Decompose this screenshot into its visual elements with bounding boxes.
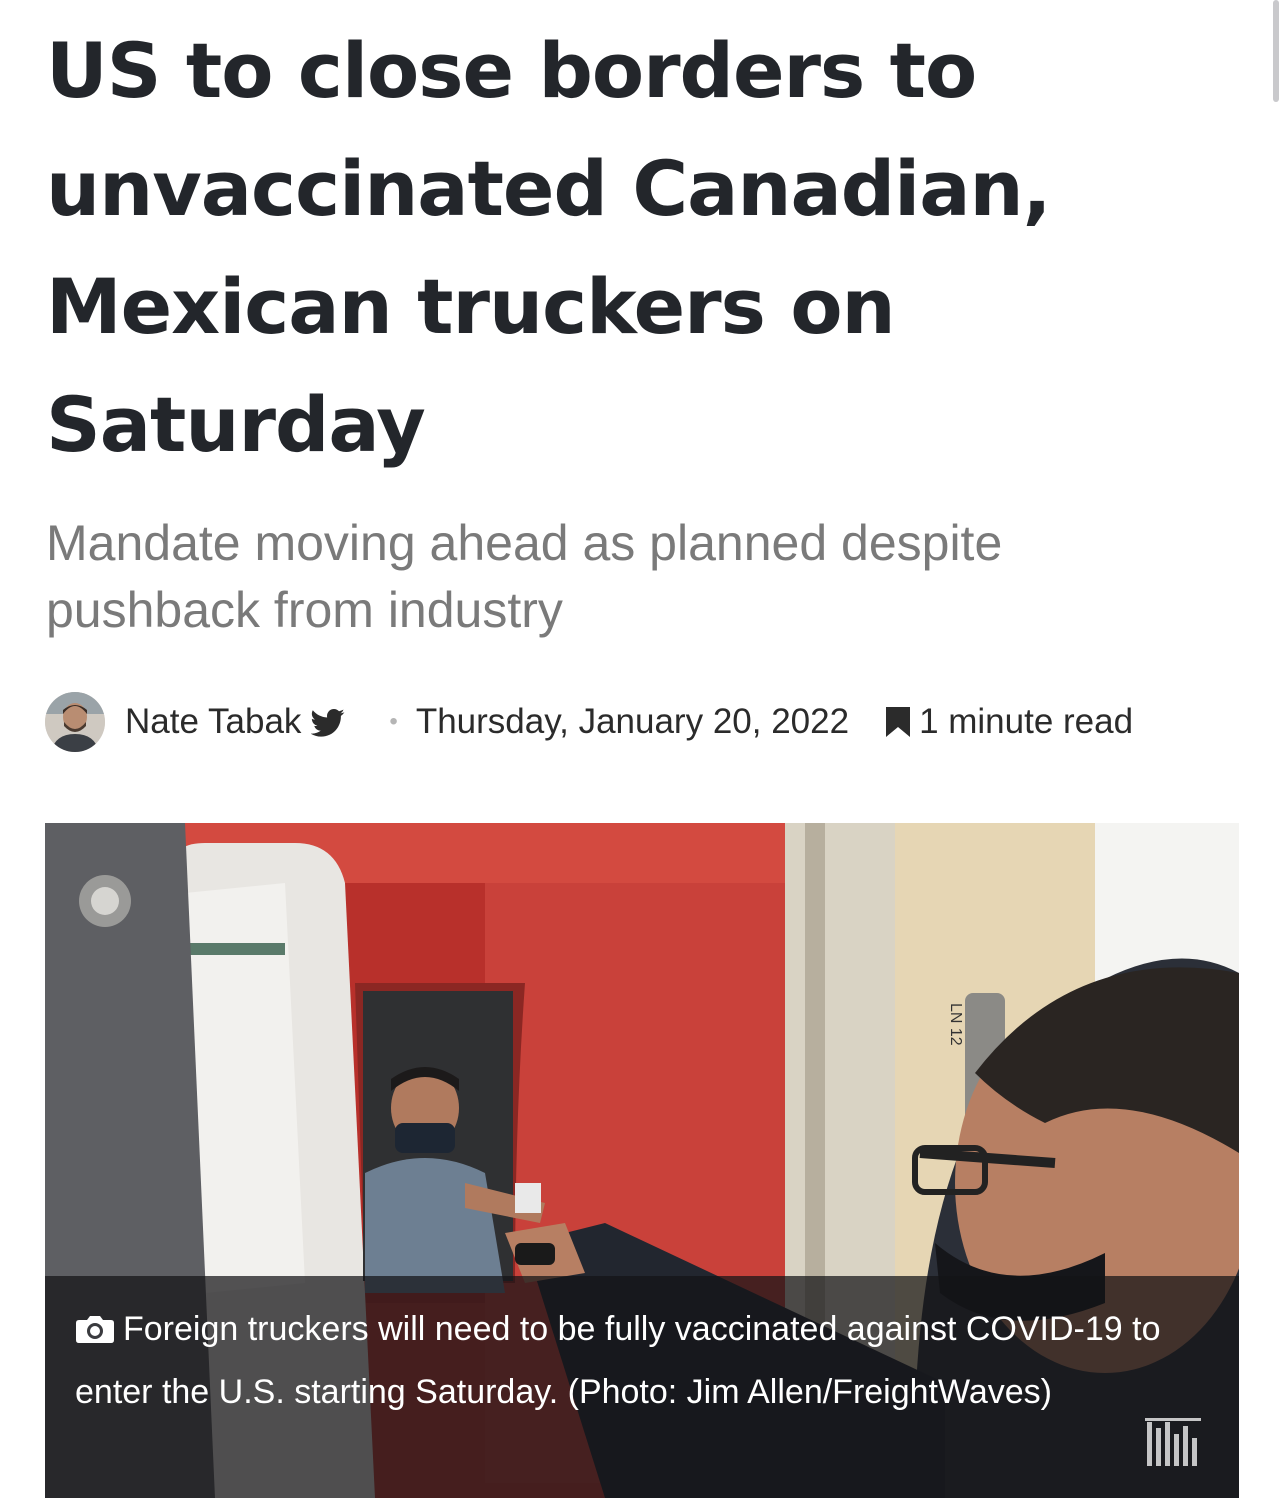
scrollbar[interactable]	[1273, 0, 1279, 102]
byline: Nate Tabak • Thursday, January 20, 2022 …	[45, 690, 1245, 754]
camera-icon	[75, 1302, 115, 1343]
bookmark-icon	[885, 706, 911, 738]
photo-caption: Foreign truckers will need to be fully v…	[45, 1276, 1239, 1498]
read-time: 1 minute read	[919, 702, 1134, 741]
publish-date: Thursday, January 20, 2022	[415, 702, 850, 741]
article-subtitle: Mandate moving ahead as planned despite …	[46, 515, 1003, 638]
article-photo[interactable]: LN 12 Foreign truckers will need to be f…	[45, 823, 1239, 1498]
article-headline: US to close borders to unvaccinated Cana…	[46, 26, 1051, 469]
twitter-icon[interactable]	[310, 707, 345, 737]
author-name[interactable]: Nate Tabak	[125, 702, 301, 742]
author-avatar[interactable]	[45, 692, 105, 752]
door-label: LN 12	[947, 1003, 964, 1046]
caption-text: Foreign truckers will need to be fully v…	[75, 1310, 1161, 1411]
article-page: US to close borders to unvaccinated Cana…	[0, 0, 1284, 1498]
byline-separator: •	[389, 708, 398, 735]
freightwaves-logo-icon	[1145, 1418, 1203, 1470]
